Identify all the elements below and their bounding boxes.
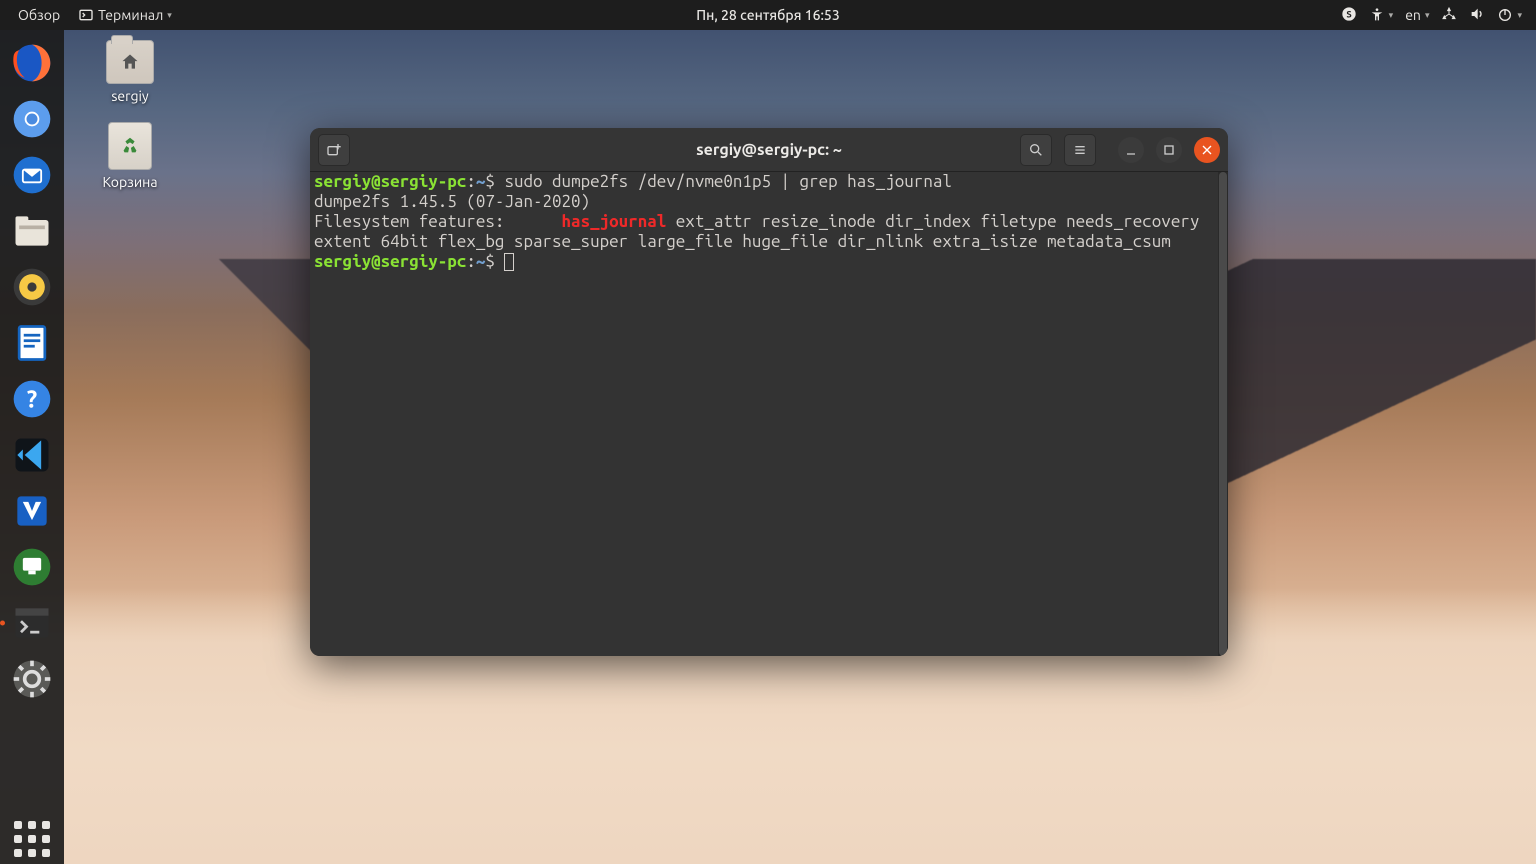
clock[interactable]: Пн, 28 сентября 16:53 [696, 7, 839, 23]
maximize-icon [1161, 142, 1177, 158]
new-tab-button[interactable] [318, 134, 350, 166]
dock-app-virtualbox[interactable] [7, 486, 57, 536]
prompt-sym: $ [485, 172, 504, 191]
cursor [504, 253, 514, 271]
dock-app-remmina[interactable] [7, 542, 57, 592]
dock: ? [0, 30, 64, 864]
network-icon[interactable] [1441, 6, 1457, 25]
dock-app-settings[interactable] [7, 654, 57, 704]
dock-app-rhythmbox[interactable] [7, 262, 57, 312]
terminal-body[interactable]: sergiy@sergiy-pc:~$ sudo dumpe2fs /dev/n… [310, 172, 1228, 656]
chevron-down-icon: ▾ [1517, 10, 1522, 21]
dock-app-vscode[interactable] [7, 430, 57, 480]
skype-indicator-icon[interactable]: S [1341, 6, 1357, 25]
close-button[interactable] [1194, 137, 1220, 163]
recycle-icon [119, 135, 141, 157]
dock-app-firefox[interactable] [7, 38, 57, 88]
maximize-button[interactable] [1156, 137, 1182, 163]
volume-icon[interactable] [1469, 6, 1485, 25]
prompt-path: ~ [476, 172, 486, 191]
app-menu-label: Терминал [98, 7, 163, 23]
home-icon [120, 52, 140, 72]
desktop-icon-label: Корзина [90, 174, 170, 190]
chevron-down-icon: ▾ [167, 10, 172, 21]
new-tab-icon [326, 142, 342, 158]
grep-highlight: has_journal [562, 212, 667, 231]
window-titlebar[interactable]: sergiy@sergiy-pc: ~ [310, 128, 1228, 172]
activities-button[interactable]: Обзор [12, 5, 66, 25]
prompt-path: ~ [476, 252, 486, 271]
dock-app-terminal[interactable] [7, 598, 57, 648]
keyboard-layout-menu[interactable]: en ▾ [1405, 7, 1429, 23]
power-menu[interactable]: ▾ [1497, 7, 1522, 23]
command-text: sudo dumpe2fs /dev/nvme0n1p5 | grep has_… [504, 172, 951, 191]
desktop-icon-label: sergiy [90, 88, 170, 104]
keyboard-layout-label: en [1405, 7, 1421, 23]
hamburger-icon [1072, 142, 1088, 158]
scrollbar[interactable] [1218, 172, 1228, 656]
apps-grid-icon [14, 821, 50, 857]
hamburger-menu-button[interactable] [1064, 134, 1096, 166]
search-icon [1028, 142, 1044, 158]
chevron-down-icon: ▾ [1425, 10, 1430, 21]
terminal-icon [78, 7, 94, 23]
terminal-window: sergiy@sergiy-pc: ~ sergiy@sergiy-pc:~$ … [310, 128, 1228, 656]
power-icon [1497, 7, 1513, 23]
prompt-sep: : [466, 252, 476, 271]
scrollbar-thumb[interactable] [1219, 172, 1227, 656]
close-icon [1199, 142, 1215, 158]
svg-text:S: S [1346, 8, 1351, 19]
desktop-icon-trash[interactable]: Корзина [90, 122, 170, 190]
output-line: dumpe2fs 1.45.5 (07-Jan-2020) [314, 192, 590, 211]
accessibility-menu[interactable]: ▾ [1369, 7, 1394, 23]
window-title: sergiy@sergiy-pc: ~ [696, 141, 842, 159]
minimize-button[interactable] [1118, 137, 1144, 163]
prompt-user: sergiy@sergiy-pc [314, 172, 466, 191]
output-line: Filesystem features: [314, 212, 562, 231]
search-button[interactable] [1020, 134, 1052, 166]
app-menu-button[interactable]: Терминал ▾ [72, 5, 178, 25]
accessibility-icon [1369, 7, 1385, 23]
svg-text:?: ? [27, 385, 37, 412]
desktop-icon-home[interactable]: sergiy [90, 40, 170, 104]
prompt-sym: $ [485, 252, 504, 271]
prompt-user: sergiy@sergiy-pc [314, 252, 466, 271]
dock-app-help[interactable]: ? [7, 374, 57, 424]
top-bar: Обзор Терминал ▾ Пн, 28 сентября 16:53 S… [0, 0, 1536, 30]
desktop-icons: sergiy Корзина [90, 40, 170, 208]
dock-app-thunderbird[interactable] [7, 150, 57, 200]
chevron-down-icon: ▾ [1389, 10, 1394, 21]
show-applications-button[interactable] [7, 814, 57, 864]
prompt-sep: : [466, 172, 476, 191]
dock-app-files[interactable] [7, 206, 57, 256]
dock-app-chromium[interactable] [7, 94, 57, 144]
dock-app-libreoffice-writer[interactable] [7, 318, 57, 368]
minimize-icon [1123, 142, 1139, 158]
